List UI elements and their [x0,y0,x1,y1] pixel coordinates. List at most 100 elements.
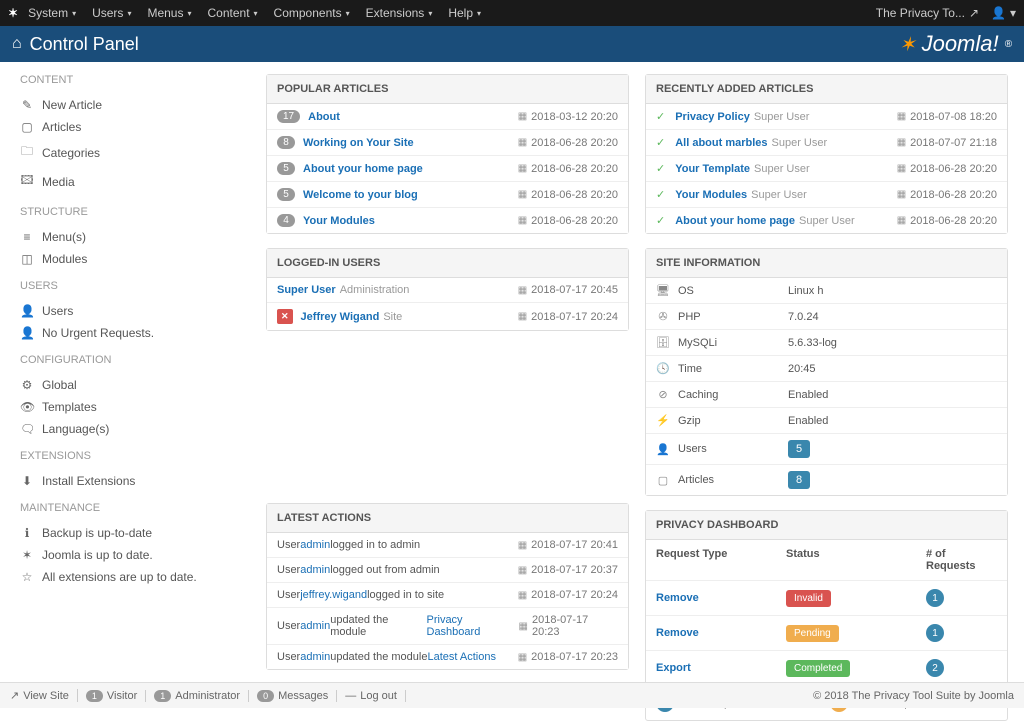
top-menubar: ✶ System▾ Users▾ Menus▾ Content▾ Compone… [0,0,1024,26]
sidebar-item[interactable]: 👤 No Urgent Requests. [20,322,230,344]
article-link[interactable]: Your Modules [675,189,747,201]
menu-components[interactable]: Components▾ [274,6,350,20]
view-site-link[interactable]: ↗View Site [10,689,78,702]
info-value: 20:45 [788,363,816,375]
info-label: Caching [678,389,788,401]
sidebar: CONTENT✎New Article▢Articles🗀Categories🖾… [0,62,250,682]
footer-visitor[interactable]: 1Visitor [86,690,146,702]
sidebar-item[interactable]: ≡Menu(s) [20,226,230,248]
calendar-icon: ▦ [897,215,906,226]
info-value: 7.0.24 [788,311,819,323]
nav-icon: 👤 [20,304,34,318]
sidebar-item[interactable]: 🖾Media [20,167,230,196]
menu-system[interactable]: System▾ [28,6,76,20]
menu-extensions[interactable]: Extensions▾ [366,6,433,20]
calendar-icon: ▦ [518,311,527,322]
sidebar-item[interactable]: 🗀Categories [20,138,230,167]
calendar-icon: ▦ [518,111,527,122]
article-link[interactable]: About your home page [675,215,795,227]
popular-row: 4Your Modules▦2018-06-28 20:20 [267,208,628,233]
menu-menus[interactable]: Menus▾ [147,6,191,20]
article-link[interactable]: Your Modules [303,215,375,227]
action-row: User admin updated the module Latest Act… [267,645,628,669]
count-badge: 8 [788,471,810,489]
action-row: User admin updated the module Privacy Da… [267,608,628,645]
privacy-row: RemoveInvalid1 [646,581,1007,616]
logout-link[interactable]: — Log out [345,690,406,702]
menu-users[interactable]: Users▾ [92,6,131,20]
info-icon: ✇ [656,310,670,323]
action-user-link[interactable]: admin [300,564,330,576]
info-icon: ⚡ [656,414,670,427]
request-type-link[interactable]: Remove [656,627,786,639]
nav-label: All extensions are up to date. [42,570,197,584]
info-icon: ⊘ [656,388,670,401]
nav-icon: 👤 [20,326,34,340]
menu-help[interactable]: Help▾ [448,6,481,20]
panel-title: POPULAR ARTICLES [267,75,628,104]
info-row: 🖥OSLinux h [646,278,1007,304]
x-icon[interactable]: ✕ [277,309,293,324]
copyright: © 2018 The Privacy Tool Suite by Joomla [813,690,1014,702]
action-module-link[interactable]: Latest Actions [427,651,496,663]
footer-messages[interactable]: 0Messages [257,690,337,702]
nav-label: No Urgent Requests. [42,326,154,340]
date-text: 2018-07-17 20:23 [532,614,618,638]
sidebar-item[interactable]: 🗨Language(s) [20,418,230,440]
sidebar-item[interactable]: ℹBackup is up-to-date [20,522,230,544]
nav-icon: ✶ [20,548,34,562]
sidebar-item[interactable]: ☆All extensions are up to date. [20,566,230,588]
action-row: User admin logged out from admin▦2018-07… [267,558,628,583]
request-type-link[interactable]: Remove [656,592,786,604]
sidebar-item[interactable]: 👤Users [20,300,230,322]
sidebar-item[interactable]: 👁Templates [20,396,230,418]
user-row: ✕Jeffrey WigandSite▦2018-07-17 20:24 [267,303,628,330]
home-icon: ⌂ [12,35,22,53]
page-title: Control Panel [30,34,139,55]
recent-articles-panel: RECENTLY ADDED ARTICLES ✓Privacy PolicyS… [645,74,1008,234]
user-link[interactable]: Jeffrey Wigand [301,311,380,323]
article-link[interactable]: About [308,111,340,123]
action-user-link[interactable]: admin [300,539,330,551]
menu-content[interactable]: Content▾ [208,6,258,20]
action-user-link[interactable]: admin [300,620,330,632]
user-link[interactable]: Super User [277,284,336,296]
request-type-link[interactable]: Export [656,662,786,674]
article-link[interactable]: Welcome to your blog [303,189,418,201]
article-link[interactable]: Privacy Policy [675,111,750,123]
action-text: logged out from admin [330,564,439,576]
calendar-icon: ▦ [518,215,527,226]
sidebar-item[interactable]: ▢Articles [20,116,230,138]
action-text: updated the module [330,651,427,663]
action-text: logged in to site [367,589,444,601]
panel-title: PRIVACY DASHBOARD [646,511,1007,540]
article-link[interactable]: About your home page [303,163,423,175]
action-module-link[interactable]: Privacy Dashboard [427,614,519,638]
sidebar-item[interactable]: ⬇Install Extensions [20,470,230,492]
sidebar-item[interactable]: ✶Joomla is up to date. [20,544,230,566]
sidebar-item[interactable]: ⚙Global [20,374,230,396]
nav-label: New Article [42,98,102,112]
article-link[interactable]: Your Template [675,163,750,175]
popular-articles-panel: POPULAR ARTICLES 17About▦2018-03-12 20:2… [266,74,629,234]
check-icon: ✓ [656,214,665,227]
sidebar-item[interactable]: ✎New Article [20,94,230,116]
article-link[interactable]: All about marbles [675,137,767,149]
author-text: Super User [799,215,855,227]
footer-admin[interactable]: 1Administrator [154,690,249,702]
nav-label: Templates [42,400,97,414]
user-menu[interactable]: 👤▾ [991,6,1016,20]
col-request-type: Request Type [656,548,786,572]
latest-actions-panel: LATEST ACTIONS User admin logged in to a… [266,503,629,670]
sidebar-item[interactable]: ◫Modules [20,248,230,270]
recent-row: ✓All about marblesSuper User▦2018-07-07 … [646,130,1007,156]
action-user-link[interactable]: admin [300,651,330,663]
site-name-link[interactable]: The Privacy To... ↗ [876,6,979,20]
nav-label: Install Extensions [42,474,135,488]
date-text: 2018-06-28 20:20 [910,189,997,201]
action-user-link[interactable]: jeffrey.wigand [300,589,367,601]
date-text: 2018-06-28 20:20 [531,189,618,201]
hit-count-badge: 8 [277,136,295,149]
popular-row: 8Working on Your Site▦2018-06-28 20:20 [267,130,628,156]
article-link[interactable]: Working on Your Site [303,137,414,149]
